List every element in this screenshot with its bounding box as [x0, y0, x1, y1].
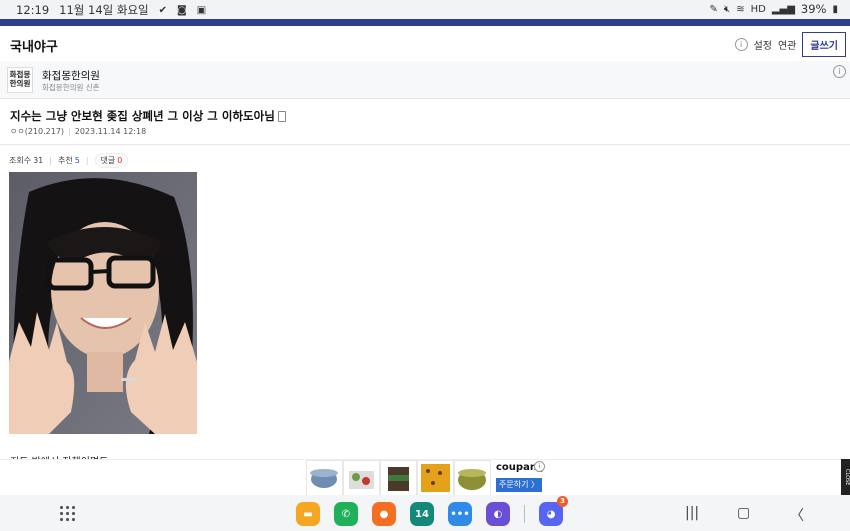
related-link[interactable]: 연관 [778, 37, 796, 52]
wifi-icon: ≋ [736, 3, 745, 15]
post-title: 지수는 그냥 안보현 좆집 상폐년 그 이상 그 이하도아님 [10, 108, 286, 124]
views-count: 31 [33, 156, 44, 165]
discord-badge: 3 [557, 496, 568, 507]
ad-banner[interactable]: coupang 주문하기 〉 i [0, 459, 850, 496]
ad-product-pot[interactable] [306, 460, 343, 496]
status-bar: 12:19 11월 14일 화요일 ✔ ◙ ▣ ✎ 🔇︎ ≋ HD ▂▄▆ 39… [0, 0, 850, 19]
sponsor-logo: 화접몽 한의원 [7, 67, 33, 93]
likes-count: 5 [74, 156, 80, 165]
ad-product-container[interactable] [343, 460, 380, 496]
comments-label: 댓글 [100, 156, 116, 165]
post-author[interactable]: ㅇㅇ(210.217) [10, 127, 64, 136]
battery-icon: ▮ [832, 3, 838, 15]
mute-icon: 🔇︎ [723, 3, 731, 15]
ad-close-button[interactable]: CLOSE [841, 459, 850, 495]
settings-link[interactable]: 설정 [754, 37, 772, 52]
ad-info-icon[interactable]: i [833, 65, 846, 78]
recents-button[interactable]: ||| [685, 505, 699, 521]
post-stats: 조회수 31 | 추천 5 | 댓글 0 [9, 153, 129, 168]
header-divider [0, 144, 850, 145]
network-type: HD [750, 3, 766, 15]
discord-app-icon[interactable]: ◕ 3 [539, 496, 568, 526]
folder-app-icon[interactable]: ▬ [296, 502, 320, 526]
calendar-app-icon[interactable]: 14 [410, 502, 434, 526]
likes-label: 추천 [57, 156, 73, 165]
app-drawer-icon[interactable] [60, 506, 75, 521]
portrait-photo [9, 172, 197, 434]
check-notification-icon: ✔ [158, 4, 168, 16]
messages-app-icon[interactable]: ••• [448, 502, 472, 526]
sponsor-banner[interactable]: 화접몽 한의원 화접몽한의원 화접몽한의원 신촌 i [0, 61, 850, 99]
status-time: 12:19 [16, 3, 50, 17]
home-button[interactable]: ▢ [737, 505, 750, 521]
post-photo[interactable] [9, 172, 197, 434]
board-title[interactable]: 국내야구 [10, 36, 58, 55]
views-label: 조회수 [9, 156, 32, 165]
battery-level: 39% [800, 2, 827, 16]
comments-count: 0 [117, 156, 123, 165]
mobile-post-icon [277, 111, 286, 122]
pen-icon: ✎ [709, 3, 718, 15]
ad-product-snack[interactable] [417, 460, 454, 496]
site-nav-strip [0, 19, 850, 26]
info-icon[interactable]: i [734, 38, 748, 51]
comments-button[interactable]: 댓글 0 [94, 153, 129, 168]
sponsor-subtitle: 화접몽한의원 신촌 [42, 83, 100, 92]
order-button[interactable]: 주문하기 〉 [496, 478, 542, 492]
phone-app-icon[interactable]: ✆ [334, 502, 358, 526]
internet-app-icon[interactable]: ◐ [486, 502, 510, 526]
dock-separator [524, 505, 525, 523]
signal-icon: ▂▄▆ [771, 3, 795, 15]
ad-product-jar[interactable] [380, 460, 417, 496]
board-header: 국내야구 i 설정 연관 글쓰기 [0, 26, 850, 62]
post-meta: ㅇㅇ(210.217) | 2023.11.14 12:18 [10, 127, 147, 136]
app-dock: ▬ ✆ ● 14 ••• ◐ ◕ 3 [296, 496, 568, 526]
ad-info-icon[interactable]: i [534, 461, 545, 472]
android-nav-bar: ▬ ✆ ● 14 ••• ◐ ◕ 3 ||| ▢ 〈 [0, 495, 850, 531]
app-notification-icon: ▣ [196, 4, 207, 16]
back-button[interactable]: 〈 [790, 505, 804, 525]
game-notification-icon: ◙ [177, 4, 187, 16]
status-date: 11월 14일 화요일 [59, 3, 149, 17]
post-datetime: 2023.11.14 12:18 [74, 127, 147, 136]
post-title-text: 지수는 그냥 안보현 좆집 상폐년 그 이상 그 이하도아님 [10, 109, 275, 123]
contacts-app-icon[interactable]: ● [372, 502, 396, 526]
sponsor-name[interactable]: 화접몽한의원 [42, 68, 100, 83]
write-button[interactable]: 글쓰기 [802, 32, 846, 57]
ad-product-bowl[interactable] [454, 460, 491, 496]
